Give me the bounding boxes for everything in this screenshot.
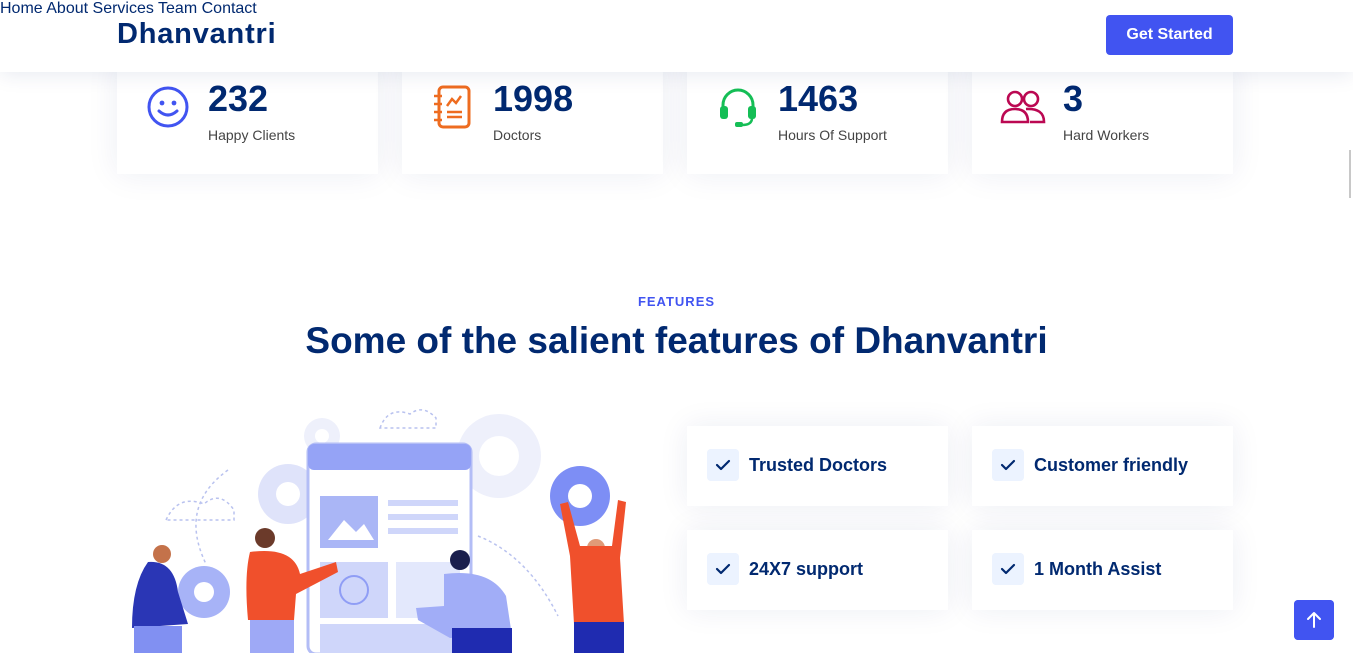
people-icon xyxy=(1000,90,1046,124)
stat-value: 1998 xyxy=(493,78,574,119)
features-illustration xyxy=(132,409,626,653)
stat-label: Hours Of Support xyxy=(778,127,887,143)
feature-card: 24X7 support xyxy=(687,530,948,610)
section-tag: FEATURES xyxy=(637,294,716,309)
nav-services[interactable]: Services xyxy=(93,0,154,17)
site-header: Dhanvantri Home About Services Team Cont… xyxy=(0,0,1353,72)
nav-home[interactable]: Home xyxy=(0,0,43,17)
stat-card: 3 Hard Workers xyxy=(972,60,1233,174)
check-icon xyxy=(992,449,1024,481)
stat-value: 1463 xyxy=(778,78,859,119)
check-icon xyxy=(707,449,739,481)
nav-team[interactable]: Team xyxy=(158,0,197,17)
stat-value: 3 xyxy=(1063,78,1084,119)
check-icon xyxy=(992,553,1024,585)
section-title: Some of the salient features of Dhanvant… xyxy=(305,320,1048,361)
feature-label: 1 Month Assist xyxy=(1034,559,1162,579)
stat-label: Happy Clients xyxy=(208,127,296,143)
stat-card: 1463 Hours Of Support xyxy=(687,60,948,174)
stat-label: Doctors xyxy=(493,127,542,143)
feature-label: Trusted Doctors xyxy=(749,455,888,475)
feature-label: Customer friendly xyxy=(1034,455,1189,475)
nav-about[interactable]: About xyxy=(46,0,88,17)
stat-card: 1998 Doctors xyxy=(402,60,663,174)
site-logo[interactable]: Dhanvantri xyxy=(117,18,276,51)
headset-icon xyxy=(720,88,756,127)
stat-card: 232 Happy Clients xyxy=(117,60,378,174)
check-icon xyxy=(707,553,739,585)
feature-card: Customer friendly xyxy=(972,426,1233,506)
feature-card: 1 Month Assist xyxy=(972,530,1233,610)
journal-richtext-icon xyxy=(434,85,471,129)
stat-value: 232 xyxy=(208,78,269,119)
stat-label: Hard Workers xyxy=(1063,127,1150,143)
feature-card: Trusted Doctors xyxy=(687,426,948,506)
nav-contact[interactable]: Contact xyxy=(202,0,257,17)
smile-icon xyxy=(147,86,189,128)
back-to-top-button[interactable] xyxy=(1294,600,1334,640)
feature-label: 24X7 support xyxy=(749,559,864,579)
scrollbar-thumb[interactable] xyxy=(1349,150,1351,198)
get-started-button[interactable]: Get Started xyxy=(1106,15,1233,55)
